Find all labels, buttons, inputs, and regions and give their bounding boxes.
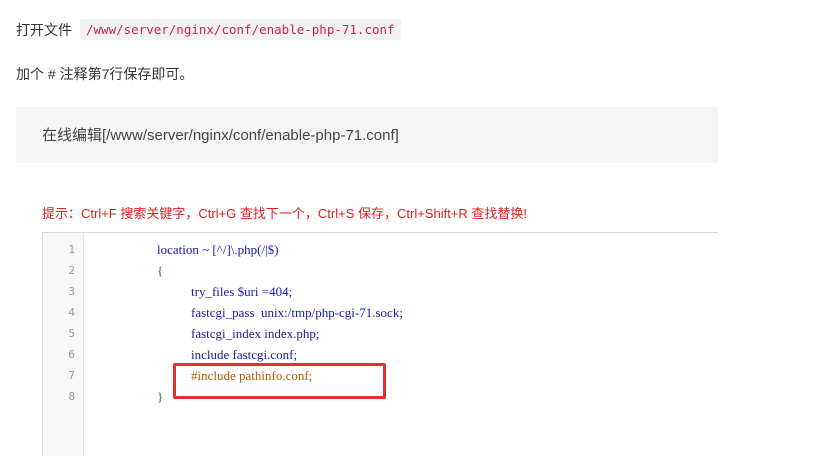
line-number: 6 — [68, 348, 75, 361]
code-line-5[interactable]: fastcgi_index index.php; — [191, 326, 320, 342]
code-editor[interactable]: 1 2 3 4 5 6 7 8 location ~ [^/]\.php(/|$… — [42, 232, 718, 456]
line-number: 3 — [68, 285, 75, 298]
open-file-label: 打开文件 — [16, 21, 72, 38]
online-editor-header: 在线编辑[/www/server/nginx/conf/enable-php-7… — [16, 107, 718, 163]
line-number: 4 — [68, 306, 75, 319]
code-line-8[interactable]: } — [157, 389, 163, 405]
file-path-code: /www/server/nginx/conf/enable-php-71.con… — [80, 19, 401, 40]
instruction-line-open-file: 打开文件 /www/server/nginx/conf/enable-php-7… — [16, 19, 401, 40]
code-line-6[interactable]: include fastcgi.conf; — [191, 347, 297, 363]
line-number: 5 — [68, 327, 75, 340]
code-line-3[interactable]: try_files $uri =404; — [191, 284, 292, 300]
editor-shortcut-tip: 提示：Ctrl+F 搜索关键字，Ctrl+G 查找下一个，Ctrl+S 保存，C… — [42, 206, 528, 221]
editor-title: 在线编辑[/www/server/nginx/conf/enable-php-7… — [42, 127, 399, 144]
code-line-2[interactable]: { — [157, 263, 163, 279]
line-number: 2 — [68, 264, 75, 277]
line-number: 8 — [68, 390, 75, 403]
code-line-4[interactable]: fastcgi_pass unix:/tmp/php-cgi-71.sock; — [191, 305, 403, 321]
instruction-step-text: 加个 # 注释第7行保存即可。 — [16, 66, 194, 82]
line-number: 7 — [68, 369, 75, 382]
line-number-gutter: 1 2 3 4 5 6 7 8 — [43, 233, 84, 456]
code-line-1[interactable]: location ~ [^/]\.php(/|$) — [157, 242, 279, 258]
line-number: 1 — [68, 243, 75, 256]
highlight-box — [173, 363, 386, 399]
